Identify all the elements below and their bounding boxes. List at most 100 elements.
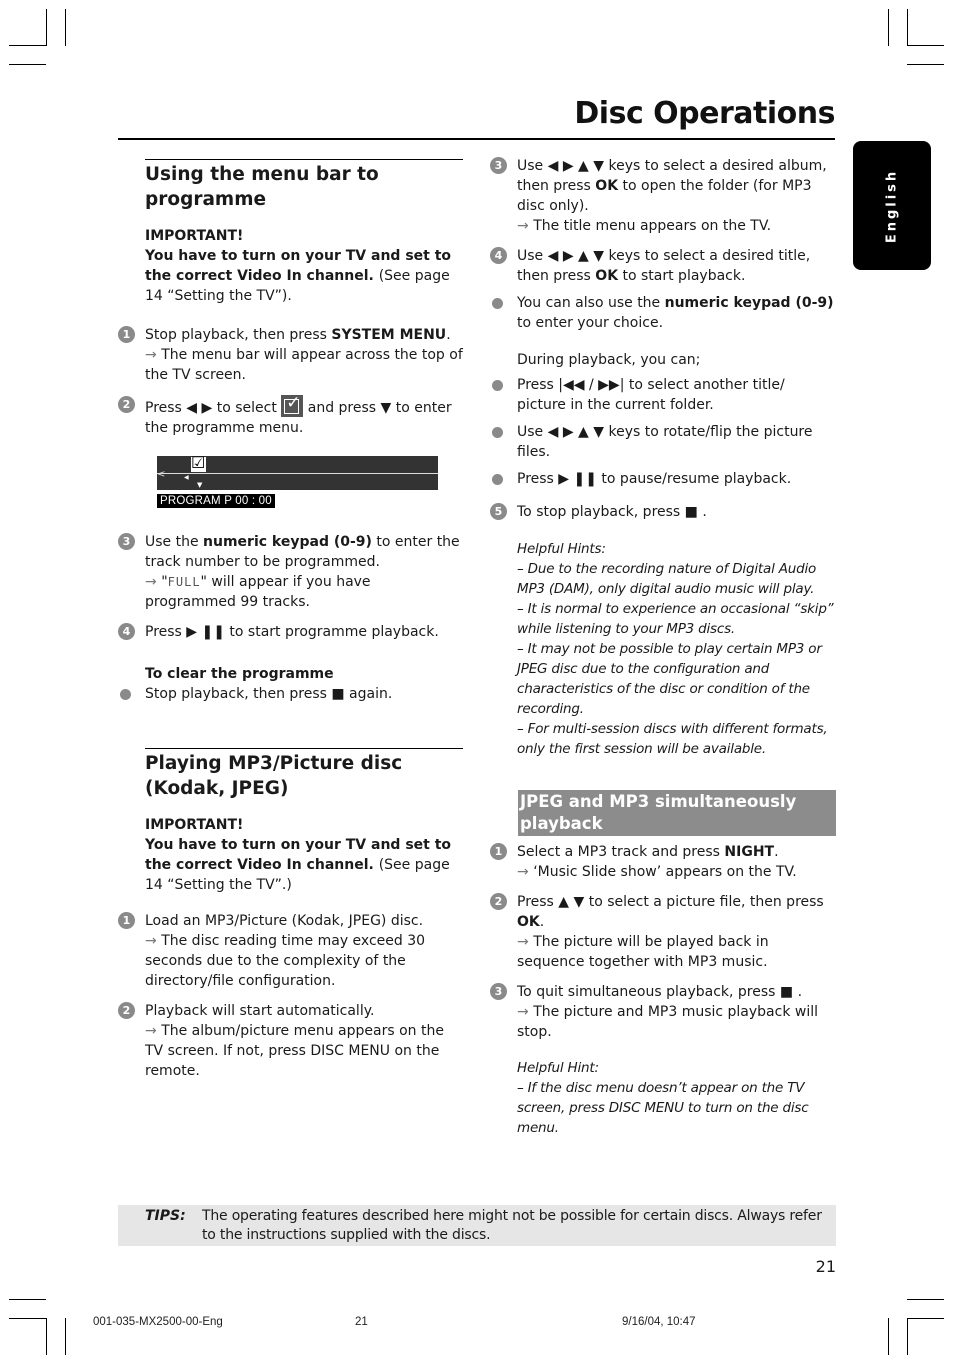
- step-5: 5 To stop playback, press ■ .: [490, 502, 836, 522]
- step-number-badge: 1: [490, 843, 507, 860]
- step-result: The album/picture menu appears on the TV…: [145, 1023, 444, 1079]
- tips-box: TIPS: The operating features described h…: [118, 1205, 836, 1246]
- hint-item: – If the disc menu doesn’t appear on the…: [517, 1080, 809, 1136]
- during-bullet: Use ◀ ▶ ▲ ▼ keys to rotate/flip the pict…: [490, 422, 836, 462]
- step-number-badge: 3: [490, 983, 507, 1000]
- title-rule: [118, 138, 835, 140]
- lcd-full-text: FULL: [167, 575, 201, 589]
- crop-mark: [907, 1299, 944, 1300]
- tips-text: The operating features described here mi…: [202, 1208, 822, 1243]
- arrow-icon: →: [517, 218, 529, 234]
- keypad-bullet: You can also use the numeric keypad (0-9…: [490, 293, 836, 333]
- key-name: numeric keypad (0-9): [203, 534, 372, 550]
- key-name: OK: [595, 268, 619, 284]
- page-number: 21: [815, 1257, 836, 1276]
- clear-programme-heading: To clear the programme: [145, 666, 334, 682]
- key-name: numeric keypad (0-9): [664, 295, 834, 311]
- left-arrow-icon: <: [157, 469, 166, 480]
- bullet-text: Use ◀ ▶ ▲ ▼ keys to rotate/flip the pict…: [517, 424, 813, 460]
- step-result: The picture will be played back in seque…: [517, 934, 769, 970]
- step-text: To quit simultaneous playback, press ■ .: [517, 984, 803, 1000]
- crop-mark: [907, 1318, 944, 1319]
- step-number-badge: 3: [118, 533, 135, 550]
- program-checkbox-icon: [281, 393, 304, 417]
- step-1: 1 Select a MP3 track and press NIGHT. → …: [490, 842, 836, 882]
- crop-mark: [9, 1318, 46, 1319]
- step-1: 1 Load an MP3/Picture (Kodak, JPEG) disc…: [118, 911, 463, 991]
- footer-timestamp: 9/16/04, 10:47: [622, 1316, 696, 1328]
- bullet-text: You can also use the: [517, 295, 665, 311]
- step-text: .: [539, 914, 545, 930]
- step-2: 2 Press ▲ ▼ to select a picture file, th…: [490, 892, 836, 972]
- arrow-icon: →: [145, 933, 157, 949]
- step-text: .: [446, 327, 451, 343]
- arrow-icon: →: [517, 934, 529, 950]
- program-checkbox-icon: [191, 453, 206, 473]
- key-name: NIGHT: [724, 844, 775, 860]
- step-number-badge: 2: [490, 893, 507, 910]
- arrow-icon: →: [517, 864, 529, 880]
- section-heading-mp3-picture: Playing MP3/Picture disc (Kodak, JPEG): [145, 753, 403, 799]
- pointer-icon: ◀: [184, 474, 189, 481]
- step-number-badge: 2: [118, 1002, 135, 1019]
- bullet-icon: [492, 427, 503, 438]
- arrow-icon: →: [517, 1004, 529, 1020]
- bullet-icon: [492, 298, 503, 309]
- step-text: Stop playback, then press: [145, 327, 332, 343]
- bullet-icon: [120, 689, 131, 700]
- step-text: Press ▶ ❚❚ to start programme playback.: [145, 624, 439, 640]
- during-bullet: Press |◀◀ / ▶▶| to select another title/…: [490, 375, 836, 415]
- step-2: 2 Press ◀ ▶ to select and press ▼ to ent…: [118, 393, 463, 438]
- crop-mark: [9, 45, 46, 46]
- step-3: 3 Use the numeric keypad (0-9) to enter …: [118, 532, 463, 612]
- during-bullet: Press ▶ ❚❚ to pause/resume playback.: [490, 469, 836, 489]
- step-text: Use the: [145, 534, 204, 550]
- step-text: to start playback.: [618, 268, 746, 284]
- hint-item: – For multi-session discs with different…: [517, 721, 828, 757]
- step-1: 1 Stop playback, then press SYSTEM MENU.…: [118, 325, 463, 385]
- down-triangle-icon: ▼: [197, 481, 203, 489]
- page-title: Disc Operations: [574, 96, 835, 131]
- step-text: Press ◀ ▶ to select: [145, 400, 277, 416]
- important-note: You have to turn on your TV and set to t…: [145, 835, 463, 895]
- crop-mark: [888, 9, 889, 46]
- bullet-text: Press ▶ ❚❚ to pause/resume playback.: [517, 471, 792, 487]
- section-heading-jpeg-mp3: JPEG and MP3 simultaneously playback: [518, 790, 836, 836]
- step-4: 4 Press ▶ ❚❚ to start programme playback…: [118, 622, 463, 642]
- key-name: OK: [595, 178, 619, 194]
- clear-bullet: Stop playback, then press ■ again.: [118, 684, 463, 704]
- arrow-icon: →: [145, 574, 157, 590]
- crop-mark: [65, 9, 66, 46]
- right-column: 3 Use ◀ ▶ ▲ ▼ keys to select a desired a…: [490, 148, 836, 1138]
- crop-mark: [907, 64, 944, 65]
- section-rule: [145, 748, 463, 749]
- footer-page: 21: [355, 1316, 368, 1328]
- step-number-badge: 1: [118, 912, 135, 929]
- step-number-badge: 2: [118, 396, 135, 413]
- program-display-label: PROGRAM P 00 : 00: [157, 494, 275, 508]
- step-text: To stop playback, press ■ .: [517, 504, 707, 520]
- crop-mark: [907, 9, 908, 46]
- step-2: 2 Playback will start automatically. → T…: [118, 1001, 463, 1081]
- important-label: IMPORTANT!: [145, 228, 244, 244]
- section-rule: [145, 159, 463, 160]
- step-4: 4 Use ◀ ▶ ▲ ▼ keys to select a desired t…: [490, 246, 836, 286]
- step-text: Playback will start automatically.: [145, 1003, 375, 1019]
- crop-mark: [46, 1318, 47, 1355]
- step-result: The disc reading time may exceed 30 seco…: [145, 933, 426, 989]
- menu-bar-illustration: < ◀ ▼: [157, 453, 438, 490]
- crop-mark: [907, 1318, 908, 1355]
- hint-item: – Due to the recording nature of Digital…: [517, 561, 817, 597]
- during-playback-label: During playback, you can;: [517, 352, 701, 368]
- helpful-hint-label: Helpful Hint:: [517, 1060, 599, 1076]
- key-name: SYSTEM MENU: [331, 327, 447, 343]
- step-result: The menu bar will appear across the top …: [145, 347, 463, 383]
- crop-mark: [65, 1318, 66, 1355]
- section-heading-menu-bar: Using the menu bar to programme: [145, 164, 379, 210]
- language-tab: English: [853, 141, 931, 270]
- helpful-hints-label: Helpful Hints:: [517, 541, 606, 557]
- step-text: .: [774, 844, 779, 860]
- arrow-icon: →: [145, 1023, 157, 1039]
- language-tab-label: English: [884, 168, 900, 243]
- key-name: OK: [517, 914, 540, 930]
